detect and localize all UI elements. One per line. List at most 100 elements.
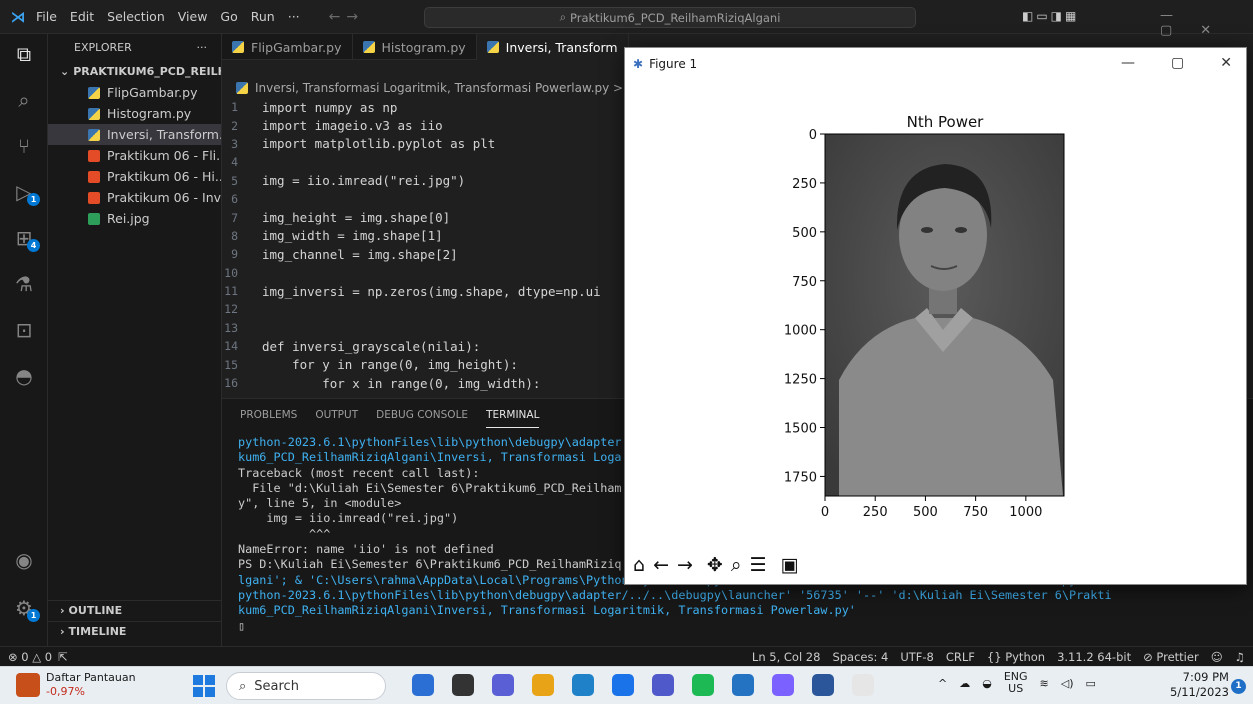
pan-icon[interactable]: ✥	[707, 554, 723, 576]
maximize-icon[interactable]: ▢	[1171, 55, 1184, 71]
code-line[interactable]: 11 img_inversi = np.zeros(img.shape, dtyp…	[222, 282, 626, 300]
menu-selection[interactable]: Selection	[107, 9, 165, 24]
code-line[interactable]: 10	[222, 264, 626, 282]
chevron-up-icon[interactable]: ^	[938, 677, 947, 690]
code-line[interactable]: 4	[222, 153, 626, 171]
end-of-line[interactable]: CRLF	[946, 650, 975, 664]
taskbar-app-icon[interactable]	[692, 674, 714, 696]
notification-badge[interactable]: 1	[1231, 679, 1246, 694]
tab-inversi[interactable]: Inversi, Transform	[476, 34, 629, 60]
code-line[interactable]: 2 import imageio.v3 as iio	[222, 116, 626, 134]
code-line[interactable]: 3 import matplotlib.pyplot as plt	[222, 135, 626, 153]
code-line[interactable]: 9 img_channel = img.shape[2]	[222, 245, 626, 263]
remote-explorer-icon[interactable]: ⊡	[10, 316, 38, 344]
watchlist-widget[interactable]: Daftar Pantauan -0,97%	[16, 671, 136, 699]
close-icon[interactable]: ✕	[1220, 55, 1232, 71]
volume-icon[interactable]: ◁)	[1061, 677, 1074, 690]
code-line[interactable]: 12	[222, 300, 626, 318]
code-line[interactable]: 6	[222, 190, 626, 208]
outline-section[interactable]: › OUTLINE	[48, 600, 222, 620]
taskbar-app-icon[interactable]	[612, 674, 634, 696]
android-icon[interactable]: ◓	[10, 362, 38, 390]
cursor-position[interactable]: Ln 5, Col 28	[752, 650, 821, 664]
code-line[interactable]: 1 import numpy as np	[222, 98, 626, 116]
python-interpreter[interactable]: 3.11.2 64-bit	[1057, 650, 1131, 664]
window-controls[interactable]: —▢✕	[1160, 8, 1253, 38]
code-line[interactable]: 8 img_width = img.shape[1]	[222, 227, 626, 245]
breadcrumb[interactable]: Inversi, Transformasi Logaritmik, Transf…	[222, 78, 626, 98]
indentation[interactable]: Spaces: 4	[832, 650, 888, 664]
problems-status[interactable]: ⊗ 0 △ 0	[8, 650, 52, 664]
menu-run[interactable]: Run	[251, 9, 275, 24]
code-line[interactable]: 7 img_height = img.shape[0]	[222, 208, 626, 226]
forward-icon[interactable]: →	[677, 554, 693, 576]
source-control-icon[interactable]: ⑂	[10, 132, 38, 160]
taskbar-app-icon[interactable]	[772, 674, 794, 696]
prettier-status[interactable]: ⊘ Prettier	[1143, 650, 1199, 664]
tab-output[interactable]: OUTPUT	[315, 403, 358, 427]
file-item[interactable]: Histogram.py	[48, 103, 221, 124]
testing-icon[interactable]: ⚗	[10, 270, 38, 298]
file-item[interactable]: Praktikum 06 - Inv...	[48, 187, 221, 208]
back-icon[interactable]: ←	[653, 554, 669, 576]
code-editor[interactable]: 1 import numpy as np 2 import imageio.v3 as…	[222, 98, 626, 394]
tab-debug-console[interactable]: DEBUG CONSOLE	[376, 403, 468, 427]
extensions-icon[interactable]: ⊞ 4	[10, 224, 40, 252]
zoom-icon[interactable]: ⌕	[731, 554, 742, 576]
workspace-folder[interactable]: ⌄ PRAKTIKUM6_PCD_REILHA...	[48, 60, 221, 82]
code-line[interactable]: 14 def inversi_grayscale(nilai):	[222, 337, 626, 355]
taskbar-search[interactable]: ⌕ Search	[226, 672, 386, 700]
run-debug-icon[interactable]: ▷ 1	[10, 178, 40, 206]
file-item[interactable]: FlipGambar.py	[48, 82, 221, 103]
plot-canvas[interactable]: Nth Power 0 250 500 750 1000 1250 1500 1750 0 25…	[625, 80, 1246, 546]
menu-more[interactable]: ···	[288, 9, 300, 24]
menu-edit[interactable]: Edit	[70, 9, 94, 24]
timeline-section[interactable]: › TIMELINE	[48, 621, 222, 641]
explorer-icon[interactable]: ⧉	[10, 40, 38, 68]
taskbar-app-icon[interactable]	[812, 674, 834, 696]
code-line[interactable]: 15 for y in range(0, img_height):	[222, 355, 626, 373]
battery-icon[interactable]: ▭	[1086, 677, 1096, 690]
language-indicator[interactable]: ENG US	[1004, 671, 1028, 695]
tab-problems[interactable]: PROBLEMS	[240, 403, 297, 427]
taskbar-app-icon[interactable]	[412, 674, 434, 696]
account-icon[interactable]: ◉	[10, 546, 38, 574]
file-item[interactable]: Praktikum 06 - Fli...	[48, 145, 221, 166]
windows-start-icon[interactable]	[193, 675, 215, 697]
minimize-icon[interactable]: —	[1121, 55, 1135, 71]
taskbar-app-icon[interactable]	[652, 674, 674, 696]
file-item[interactable]: Praktikum 06 - Hi...	[48, 166, 221, 187]
menu-file[interactable]: File	[36, 9, 57, 24]
settings-gear-icon[interactable]: ⚙ 1	[10, 594, 40, 622]
tab-terminal[interactable]: TERMINAL	[486, 403, 540, 428]
clock[interactable]: 7:09 PM 5/11/2023	[1170, 670, 1229, 700]
command-center-search[interactable]: ⌕ Praktikum6_PCD_ReilhamRiziqAlgani	[424, 7, 916, 28]
code-line[interactable]: 13	[222, 319, 626, 337]
layout-controls[interactable]: ◧▭◨▦	[1022, 9, 1079, 23]
code-line[interactable]: 16 for x in range(0, img_width):	[222, 374, 626, 392]
wifi-icon[interactable]: ≋	[1040, 677, 1049, 690]
file-item[interactable]: Rei.jpg	[48, 208, 221, 229]
encoding[interactable]: UTF-8	[900, 650, 934, 664]
notifications-bell-icon[interactable]: ♫	[1235, 650, 1245, 664]
explorer-more-button[interactable]: ···	[197, 41, 208, 54]
taskbar-app-icon[interactable]	[452, 674, 474, 696]
code-line[interactable]: 5 img = iio.imread("rei.jpg")	[222, 172, 626, 190]
taskbar-app-icon[interactable]	[852, 674, 874, 696]
tab-flipgambar[interactable]: FlipGambar.py	[222, 34, 353, 60]
tab-histogram[interactable]: Histogram.py	[353, 34, 477, 60]
feedback-icon[interactable]: ☺	[1211, 650, 1223, 664]
search-icon[interactable]: ⌕	[10, 86, 38, 114]
nav-arrows[interactable]: ←→	[329, 9, 364, 25]
language-mode[interactable]: {} Python	[987, 650, 1045, 664]
onedrive-icon[interactable]: ☁	[959, 677, 970, 690]
configure-icon[interactable]: ☰	[749, 554, 766, 576]
menu-go[interactable]: Go	[220, 9, 237, 24]
save-icon[interactable]: ▣	[781, 554, 799, 576]
taskbar-app-icon[interactable]	[732, 674, 754, 696]
live-share-icon[interactable]: ⇱	[58, 650, 68, 664]
location-icon[interactable]: ◒	[982, 677, 992, 690]
taskbar-app-icon[interactable]	[532, 674, 554, 696]
taskbar-app-icon[interactable]	[572, 674, 594, 696]
taskbar-app-icon[interactable]	[492, 674, 514, 696]
